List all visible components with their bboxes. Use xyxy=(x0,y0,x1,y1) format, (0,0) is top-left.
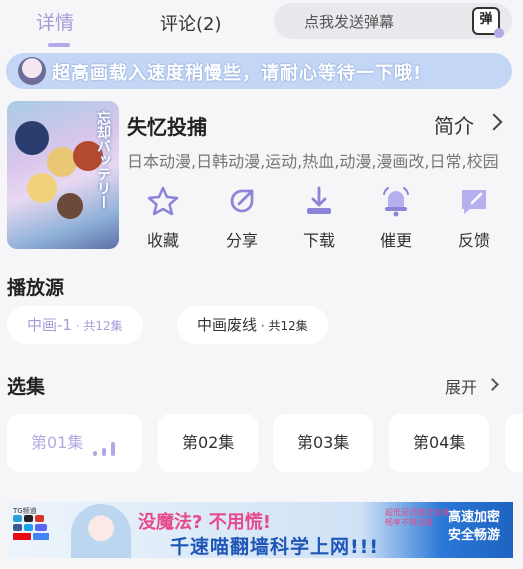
feedback-label: 反馈 xyxy=(457,231,490,250)
ad-banner[interactable]: TG频道 没魔法? 不用慌! 千速喵翻墙科学上网!!! 超低延迟稳定加速 畅享不… xyxy=(7,502,513,558)
tab-detail[interactable]: 详情 xyxy=(36,8,74,35)
ad-side-text-1: 超低延迟稳定加速 xyxy=(385,508,449,517)
star-icon xyxy=(147,186,179,216)
ad-subheadline: 千速喵翻墙科学上网!!! xyxy=(170,536,379,558)
source-count: · 共12集 xyxy=(71,319,123,333)
feedback-button[interactable]: 反馈 xyxy=(444,184,504,251)
anime-title: 失忆投捕 xyxy=(127,115,207,139)
feedback-icon xyxy=(462,190,486,214)
ad-badge: 高速加密 安全畅游 xyxy=(447,510,500,543)
cover-title: 忘却バッテリー xyxy=(95,111,111,209)
share-button[interactable]: 分享 xyxy=(212,184,272,251)
episode-label: 第04集 xyxy=(413,433,466,452)
episode-item[interactable]: 第02集 xyxy=(158,414,258,472)
intro-link[interactable]: 简介 xyxy=(434,110,474,139)
remind-update-button[interactable]: 催更 xyxy=(366,184,426,251)
episode-item[interactable]: 第04集 xyxy=(389,414,489,472)
top-bar: 详情 评论(2) 点我发送弹幕 弹 xyxy=(0,0,523,50)
chevron-right-icon[interactable] xyxy=(486,378,499,391)
now-playing-icon xyxy=(93,442,123,456)
episode-item[interactable]: 第03集 xyxy=(273,414,373,472)
episode-label: 第03集 xyxy=(297,433,350,452)
loading-notice-banner: 超高画载入速度稍慢些，请耐心等待一下哦! xyxy=(6,53,512,89)
remind-update-label: 催更 xyxy=(379,231,412,250)
source-name: 中画废线 xyxy=(197,316,258,334)
episodes-heading: 选集 xyxy=(7,376,46,398)
download-label: 下载 xyxy=(302,231,335,250)
ad-side-text: 超低延迟稳定加速 畅享不限流量 xyxy=(385,508,449,528)
bell-icon xyxy=(383,187,409,217)
source-name: 中画-1 xyxy=(27,316,72,334)
episode-item-partial[interactable] xyxy=(505,414,523,472)
anime-cover-image[interactable]: 忘却バッテリー xyxy=(7,101,119,249)
favorite-label: 收藏 xyxy=(146,231,179,250)
danmu-toggle-icon[interactable]: 弹 xyxy=(472,7,504,38)
mascot-avatar-icon xyxy=(18,57,46,85)
anime-tags: 日本动漫,日韩动漫,运动,热血,动漫,漫画改,日常,校园 xyxy=(127,152,499,171)
tab-active-indicator xyxy=(48,43,70,47)
action-bar: 收藏 分享 下载 催更 反馈 xyxy=(127,184,513,254)
danmu-placeholder: 点我发送弹幕 xyxy=(304,13,395,31)
ad-mascot-image xyxy=(71,504,131,558)
ad-side-text-2: 畅享不限流量 xyxy=(385,518,433,527)
chevron-right-icon[interactable] xyxy=(485,113,503,131)
favorite-button[interactable]: 收藏 xyxy=(133,184,193,251)
ad-brand: TG频道 xyxy=(13,507,37,515)
source-chip[interactable]: 中画废线 · 共12集 xyxy=(177,306,328,344)
share-label: 分享 xyxy=(225,231,258,250)
source-count: · 共12集 xyxy=(257,319,308,333)
source-chip-active[interactable]: 中画-1 · 共12集 xyxy=(7,306,143,344)
ad-headline: 没魔法? 不用慌! xyxy=(138,512,271,533)
download-icon xyxy=(307,186,331,214)
episode-label: 第02集 xyxy=(182,433,235,452)
ad-social-icons: TG频道 xyxy=(13,506,61,554)
danmu-input[interactable]: 点我发送弹幕 弹 xyxy=(274,3,512,39)
source-heading: 播放源 xyxy=(7,277,65,299)
tab-comments[interactable]: 评论(2) xyxy=(160,10,222,36)
notice-text: 超高画载入速度稍慢些，请耐心等待一下哦! xyxy=(52,63,423,84)
episode-label: 第01集 xyxy=(31,433,84,452)
download-button[interactable]: 下载 xyxy=(289,184,349,251)
share-icon xyxy=(230,189,254,213)
expand-episodes-link[interactable]: 展开 xyxy=(445,374,477,398)
